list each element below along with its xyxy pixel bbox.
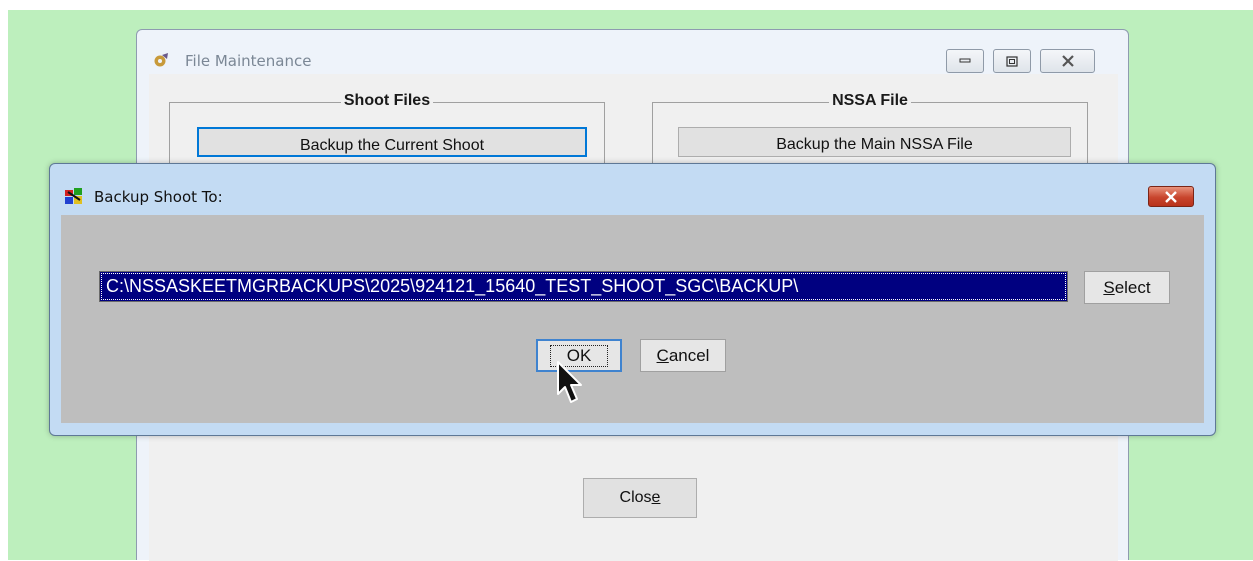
backup-main-nssa-file-button[interactable]: Backup the Main NSSA File: [678, 127, 1071, 157]
minimize-button[interactable]: [946, 49, 984, 73]
dialog-title: Backup Shoot To:: [94, 188, 223, 206]
close-label-start: Clos: [619, 489, 652, 506]
close-icon: [1165, 190, 1177, 203]
close-accel-key: e: [651, 489, 661, 506]
dialog-content: C:\NSSASKEETMGRBACKUPS\2025\924121_15640…: [61, 215, 1204, 423]
nssa-file-legend: NSSA File: [829, 92, 911, 109]
close-window-button[interactable]: [1040, 49, 1095, 73]
file-maintenance-titlebar: File Maintenance: [137, 30, 1128, 73]
maximize-button[interactable]: [993, 49, 1031, 73]
select-button[interactable]: Select: [1084, 271, 1170, 304]
select-label-rest: elect: [1114, 277, 1151, 297]
cancel-accel-key: C: [656, 345, 669, 365]
select-accel-key: S: [1103, 277, 1115, 297]
backup-path-input[interactable]: C:\NSSASKEETMGRBACKUPS\2025\924121_15640…: [99, 271, 1068, 302]
gear-icon: [154, 53, 168, 67]
cancel-label-rest: ancel: [668, 345, 710, 365]
app-icon: [65, 188, 82, 204]
backup-shoot-dialog: Backup Shoot To: C:\NSSASKEETMGRBACKUPS\…: [49, 163, 1216, 436]
close-icon: [1061, 55, 1074, 67]
maximize-icon: [1006, 55, 1018, 67]
close-button[interactable]: Clos e: [583, 478, 697, 518]
shoot-files-legend: Shoot Files: [340, 92, 434, 109]
backup-current-shoot-button[interactable]: Backup the Current Shoot: [197, 127, 587, 157]
mouse-pointer-icon: [557, 361, 582, 403]
cancel-button[interactable]: Cancel: [640, 339, 726, 372]
window-title: File Maintenance: [185, 52, 312, 70]
dialog-close-button[interactable]: [1148, 186, 1194, 207]
minimize-icon: [959, 58, 971, 63]
